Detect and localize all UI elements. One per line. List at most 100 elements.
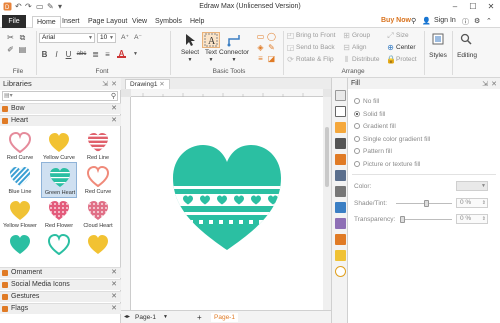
tab-insert[interactable]: Insert [58,16,84,28]
strikethrough-button[interactable]: abc [75,50,88,59]
tab-home[interactable]: Home [32,16,61,28]
radio-icon[interactable] [354,148,360,154]
collapse-ribbon-icon[interactable]: ⌃ [486,17,492,25]
align-button[interactable]: Align [352,43,366,52]
comment-panel-icon[interactable] [335,250,346,261]
chevron-down-icon[interactable]: ▼ [186,57,194,63]
tab-page-layout[interactable]: Page Layout [84,16,131,28]
paste-icon[interactable]: ▤ [18,45,27,54]
font-color-button[interactable]: A [117,49,126,58]
size-button[interactable]: Size [396,31,409,40]
bullets-button[interactable]: ≣ [91,50,100,59]
library-shape-item[interactable]: Cloud Heart [80,196,116,232]
document-tab-drawing1[interactable]: Drawing1 ✕ [125,79,170,89]
line-color-icon[interactable]: ✎ [267,43,276,52]
library-list-icon[interactable]: ▤▾ [4,92,13,99]
protect-button[interactable]: Protect [396,55,417,64]
library-shape-item[interactable]: Yellow Curve [41,128,77,164]
group-button[interactable]: Group [352,31,370,40]
ellipse-shape-icon[interactable]: ◯ [267,32,276,41]
library-category-ornament[interactable]: Ornament ✕ [0,267,121,278]
decrease-font-button[interactable]: A⁻ [132,33,144,42]
buy-now-link[interactable]: Buy Now [381,17,411,24]
hyperlink-panel-icon[interactable] [335,202,346,213]
library-shape-item[interactable]: Yellow Flower [2,196,38,232]
library-shape-item[interactable]: Red Curve [80,162,116,198]
vertical-scrollbar[interactable] [323,97,331,310]
radio-icon[interactable] [354,123,360,129]
align-text-button[interactable]: ≡ [103,50,112,59]
add-page-button[interactable]: + [197,313,202,322]
close-icon[interactable]: ✕ [111,268,117,278]
settings-icon[interactable]: ⚙ [474,17,480,25]
italic-button[interactable]: I [52,50,61,59]
shadow-panel-icon[interactable] [335,122,346,133]
editing-button[interactable]: Editing [452,52,482,59]
sign-in-link[interactable]: Sign In [434,17,456,24]
help-icon[interactable] [335,266,346,277]
fill-option-radio[interactable]: Pattern fill [354,146,392,157]
library-shape-item[interactable] [41,230,77,266]
navigation-panel-icon[interactable] [335,218,346,229]
search-icon[interactable] [457,32,475,48]
chevron-down-icon[interactable]: ▼ [230,57,238,63]
fill-option-radio[interactable]: Gradient fill [354,121,396,132]
format-painter-icon[interactable]: ✐ [6,45,15,54]
chevron-down-icon[interactable]: ▼ [207,57,215,63]
tab-help[interactable]: Help [186,16,208,28]
maximize-button[interactable]: ☐ [464,1,482,13]
library-category-bow[interactable]: Bow ✕ [0,103,121,114]
fill-option-radio[interactable]: Solid fill [354,109,385,120]
library-shape-item[interactable]: Red Flower [41,196,77,232]
selected-heart-shape[interactable] [171,142,283,252]
font-name-select[interactable]: Arial ▼ [39,33,95,43]
fill-bucket-icon[interactable]: ◈ [256,43,265,52]
connector-button[interactable]: Connector [216,49,252,56]
page-panel-icon[interactable] [335,170,346,181]
close-icon[interactable]: ✕ [111,304,117,314]
send-to-back-button[interactable]: Send to Back [296,43,335,52]
tab-view[interactable]: View [128,16,151,28]
radio-icon[interactable] [354,98,360,104]
center-button[interactable]: Center [396,43,416,52]
transparency-slider[interactable] [402,219,452,220]
rotate-flip-button[interactable]: Rotate & Flip [296,55,334,64]
library-category-gestures[interactable]: Gestures ✕ [0,291,121,302]
font-size-select[interactable]: 10 ▼ [97,33,116,43]
radio-icon[interactable] [354,135,360,142]
library-shape-item[interactable]: Blue Line [2,162,38,198]
share-icon[interactable]: ⚲ [411,17,416,25]
shade-tint-slider-handle[interactable] [424,200,429,207]
library-shape-item[interactable]: Red Line [80,128,116,164]
select-tool-icon[interactable] [181,32,199,48]
close-icon[interactable]: ✕ [111,292,117,302]
stepper-icon[interactable]: ⇕ [482,199,486,207]
radio-icon[interactable] [354,160,360,167]
layers-panel-icon[interactable] [335,154,346,165]
fill-option-radio[interactable]: Single color gradient fill [354,134,430,145]
history-panel-icon[interactable] [335,234,346,245]
library-category-social-media[interactable]: Social Media Icons ✕ [0,279,121,290]
line-panel-icon[interactable] [335,106,346,117]
library-shape-item[interactable] [2,230,38,266]
shade-tint-input[interactable]: 0 % ⇕ [456,198,488,208]
image-panel-icon[interactable] [335,138,346,149]
transparency-slider-handle[interactable] [400,216,405,223]
transparency-input[interactable]: 0 % ⇕ [456,214,488,224]
fill-option-radio[interactable]: Picture or texture fill [354,159,420,170]
styles-icon[interactable] [429,32,447,48]
chevron-down-icon[interactable]: ▼ [131,50,140,59]
close-icon[interactable]: ✕ [111,104,117,114]
fill-option-radio[interactable]: No fill [354,96,379,107]
bring-to-front-button[interactable]: Bring to Front [296,31,335,40]
pin-icon[interactable]: ⇲ [482,80,488,88]
page-menu-icon[interactable]: ◂▸ [124,313,130,322]
close-icon[interactable]: ✕ [111,80,117,88]
copy-icon[interactable]: ⧉ [18,33,27,42]
radio-icon[interactable] [354,110,360,117]
drawing-page[interactable] [131,97,323,310]
library-shape-item[interactable]: Green Heart [41,162,77,198]
close-icon[interactable]: ✕ [159,81,164,88]
styles-button[interactable]: Styles [425,52,451,59]
pin-icon[interactable]: ⇲ [102,80,108,88]
